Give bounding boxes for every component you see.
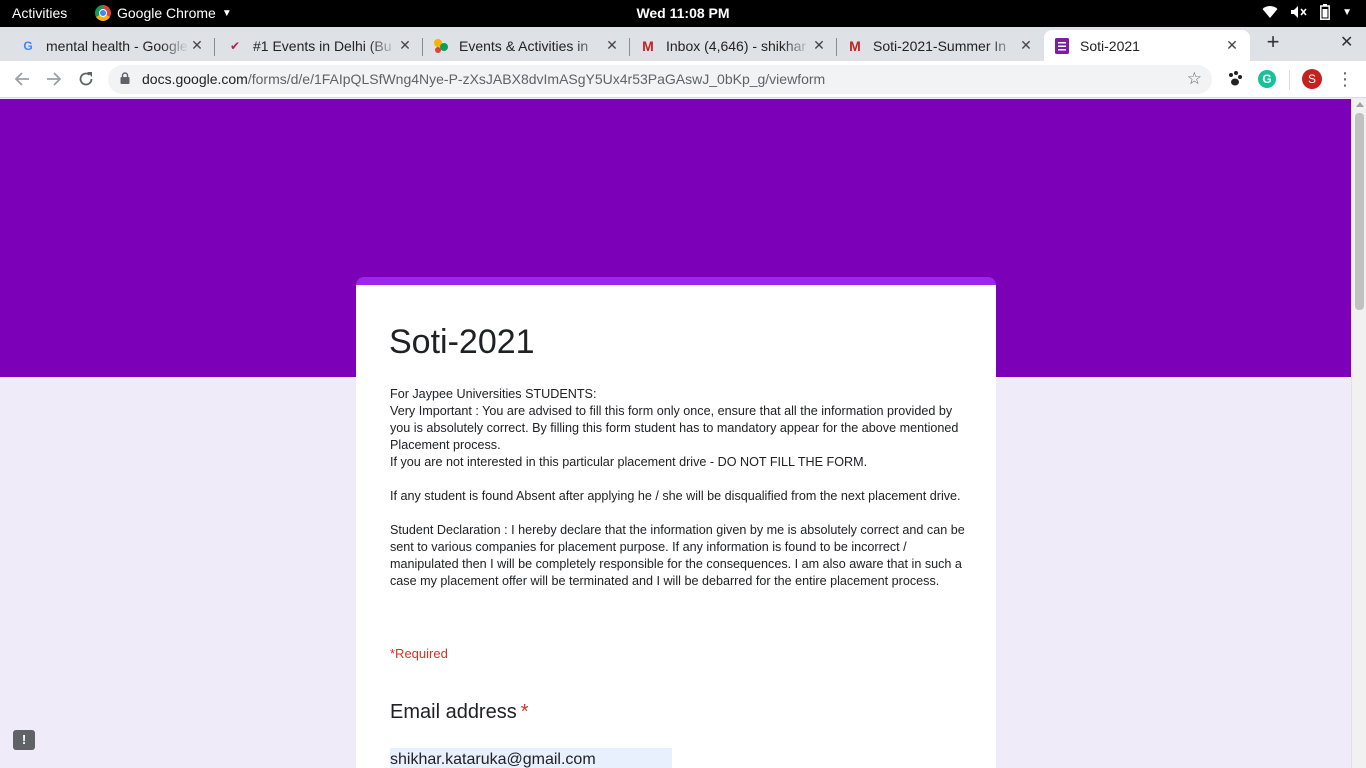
forward-button[interactable] xyxy=(43,68,65,90)
profile-avatar[interactable]: S xyxy=(1302,69,1322,89)
forward-arrow-icon xyxy=(47,72,62,86)
back-arrow-icon xyxy=(14,72,29,86)
desc-line: If you are not interested in this partic… xyxy=(390,455,868,469)
system-tray[interactable]: ▼ xyxy=(1262,4,1352,20)
close-icon[interactable]: ✕ xyxy=(189,37,205,54)
chrome-menu-icon[interactable]: ⋮ xyxy=(1336,68,1354,90)
tab-title: Soti-2021 xyxy=(1080,37,1140,54)
tab-gmail-soti-summer[interactable]: M Soti-2021-Summer In ✕ xyxy=(837,30,1044,61)
close-icon[interactable]: ✕ xyxy=(1224,37,1240,54)
gmail-icon: M xyxy=(849,37,861,54)
email-field[interactable]: shikhar.kataruka@gmail.com xyxy=(390,748,672,768)
system-top-bar: Activities Google Chrome ▼ Wed 11:08 PM … xyxy=(0,0,1366,27)
tab-mental-health[interactable]: G mental health - Google Search ✕ xyxy=(0,30,215,61)
required-note: *Required xyxy=(390,646,448,661)
url-text: docs.google.com/forms/d/e/1FAIpQLSfWng4N… xyxy=(142,71,825,87)
required-asterisk: * xyxy=(520,701,529,723)
tab-strip: G mental health - Google Search ✕ ✔ #1 E… xyxy=(0,27,1366,61)
clock[interactable]: Wed 11:08 PM xyxy=(0,5,1366,21)
tab-events-delhi[interactable]: ✔ #1 Events in Delhi (Bu ✕ xyxy=(215,30,423,61)
email-question-label: Email address * xyxy=(390,701,529,724)
power-menu-icon: ▼ xyxy=(1342,6,1352,18)
tab-soti-2021[interactable]: Soti-2021 ✕ xyxy=(1044,30,1250,61)
tab-events-activities[interactable]: Events & Activities in ✕ xyxy=(423,30,630,61)
browser-toolbar: docs.google.com/forms/d/e/1FAIpQLSfWng4N… xyxy=(0,61,1366,98)
tab-title: Soti-2021-Summer In xyxy=(873,37,1007,54)
new-tab-button[interactable]: + xyxy=(1262,30,1284,54)
window-close-icon[interactable]: ✕ xyxy=(1340,32,1353,52)
close-icon[interactable]: ✕ xyxy=(604,37,620,54)
volume-muted-icon xyxy=(1291,6,1307,18)
events-logo-icon: ✔ xyxy=(229,38,241,53)
grammarly-icon[interactable]: G xyxy=(1258,70,1276,88)
page-content: Soti-2021 For Jaypee Universities STUDEN… xyxy=(0,99,1351,768)
form-title: Soti-2021 xyxy=(389,323,535,361)
desc-line: If any student is found Absent after app… xyxy=(390,489,961,503)
close-icon[interactable]: ✕ xyxy=(811,37,827,54)
desc-line: For Jaypee Universities STUDENTS: xyxy=(390,387,597,401)
wifi-icon xyxy=(1262,6,1278,19)
form-card: Soti-2021 For Jaypee Universities STUDEN… xyxy=(356,277,996,768)
close-icon[interactable]: ✕ xyxy=(1018,37,1034,54)
bookmark-star-icon[interactable]: ☆ xyxy=(1187,69,1202,89)
url-path: /forms/d/e/1FAIpQLSfWng4Nye-P-zXsJABX8dv… xyxy=(247,71,826,87)
tab-gmail-inbox[interactable]: M Inbox (4,646) - shikhar ✕ xyxy=(630,30,837,61)
reload-button[interactable] xyxy=(75,68,97,90)
close-icon[interactable]: ✕ xyxy=(397,37,413,54)
scrollbar-thumb[interactable] xyxy=(1355,113,1364,310)
lock-icon xyxy=(120,72,130,84)
gmail-icon: M xyxy=(642,37,654,54)
report-problem-button[interactable]: ! xyxy=(13,730,35,750)
page-scrollbar[interactable] xyxy=(1351,99,1366,768)
scroll-up-arrow-icon[interactable] xyxy=(1356,102,1364,107)
desc-line: Very Important : You are advised to fill… xyxy=(390,404,959,452)
form-description: For Jaypee Universities STUDENTS: Very I… xyxy=(390,386,970,590)
tab-title: Inbox (4,646) - shikhar xyxy=(666,37,807,54)
url-host: docs.google.com xyxy=(142,71,248,87)
paw-extension-icon xyxy=(1229,71,1242,86)
battery-icon xyxy=(1320,4,1331,20)
address-bar[interactable]: docs.google.com/forms/d/e/1FAIpQLSfWng4N… xyxy=(108,65,1212,94)
question-title: Email address xyxy=(390,701,517,723)
tab-title: mental health - Google Search xyxy=(46,37,189,54)
toolbar-divider xyxy=(1289,70,1290,90)
activities-logo-icon xyxy=(433,38,449,54)
tab-title: Events & Activities in xyxy=(459,37,589,54)
google-g-icon: G xyxy=(23,38,33,53)
extension-icon[interactable] xyxy=(1226,70,1244,88)
reload-icon xyxy=(79,72,93,86)
back-button[interactable] xyxy=(11,68,33,90)
tab-title: #1 Events in Delhi (Bu xyxy=(253,37,392,54)
google-forms-icon xyxy=(1054,37,1070,54)
desc-line: Student Declaration : I hereby declare t… xyxy=(390,523,965,588)
